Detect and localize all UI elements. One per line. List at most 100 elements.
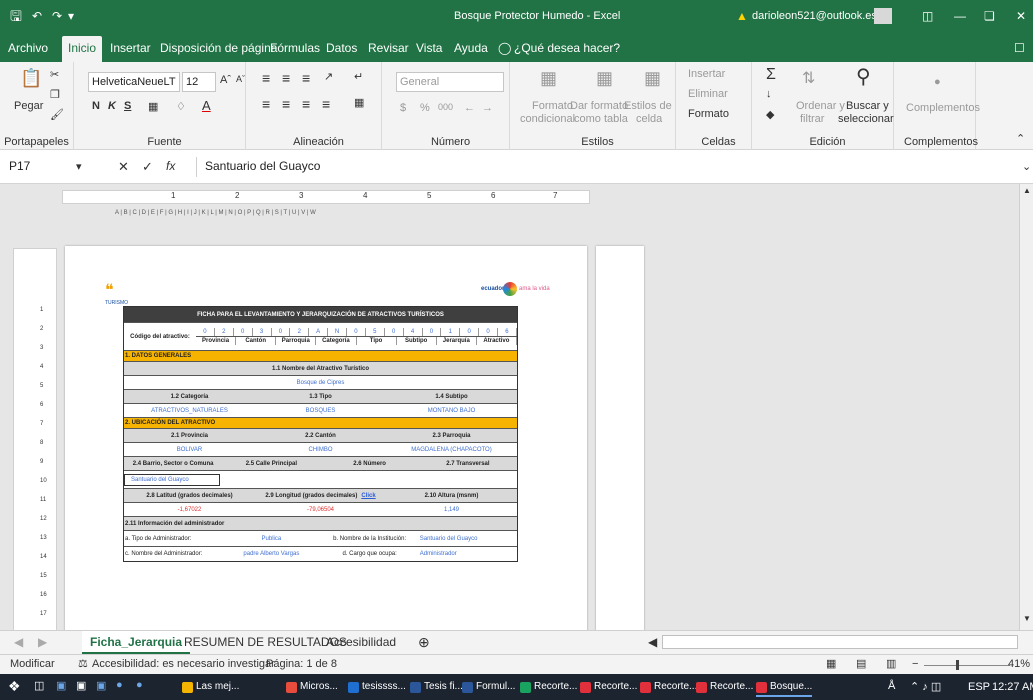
scroll-down-icon[interactable]: ▼ bbox=[1023, 614, 1031, 623]
user-account[interactable]: darioleon521@outlook.es bbox=[752, 0, 877, 32]
redo-icon[interactable]: ↷ bbox=[52, 0, 62, 32]
paste-icon[interactable]: 📋 bbox=[20, 68, 42, 89]
orientation-icon[interactable]: ↗ bbox=[324, 70, 333, 83]
page-break-icon[interactable]: ▥ bbox=[886, 657, 896, 670]
undo-icon[interactable]: ↶ bbox=[32, 0, 42, 32]
formula-input[interactable]: Santuario del Guayco bbox=[196, 157, 1016, 177]
align-bottom-icon[interactable]: ≡ bbox=[302, 70, 310, 86]
folder-icon[interactable]: ▣ bbox=[56, 679, 66, 692]
cut-icon[interactable]: ✂ bbox=[50, 68, 59, 81]
page-layout-view[interactable]: 1 2 3 4 5 6 7 A | B | C | D | E | F | G … bbox=[0, 184, 1033, 630]
bold-button[interactable]: N bbox=[92, 100, 100, 112]
save-icon[interactable]: 🖫 bbox=[10, 0, 22, 32]
taskbar-app[interactable]: Recorte... bbox=[640, 677, 697, 697]
collapse-ribbon-icon[interactable]: ⌃ bbox=[1016, 132, 1025, 145]
tab-formulas[interactable]: Fórmulas bbox=[264, 36, 326, 62]
taskbar-app[interactable]: Recorte... bbox=[520, 677, 577, 697]
task-view-icon[interactable]: ◫ bbox=[34, 679, 44, 692]
minimize-icon[interactable]: — bbox=[954, 0, 966, 32]
merge-center-icon[interactable]: ▦ bbox=[354, 96, 364, 109]
enter-icon[interactable]: ✓ bbox=[142, 159, 153, 175]
zoom-app-icon[interactable]: ● bbox=[116, 679, 123, 691]
addins-icon[interactable]: ● bbox=[934, 76, 941, 88]
zoom-slider[interactable] bbox=[924, 665, 1010, 666]
mail-icon[interactable]: ▣ bbox=[96, 679, 106, 692]
sheet-tab-ficha[interactable]: Ficha_Jerarquia bbox=[82, 631, 191, 654]
font-size-box[interactable]: 12 bbox=[182, 72, 216, 92]
clear-icon[interactable]: ◆ bbox=[766, 108, 774, 121]
close-icon[interactable]: ✕ bbox=[1016, 0, 1026, 32]
page-layout-icon[interactable]: ▤ bbox=[856, 657, 866, 670]
taskbar-app[interactable]: tesissss... bbox=[348, 677, 406, 697]
decrease-decimal-icon[interactable]: → bbox=[482, 102, 493, 114]
tab-inicio[interactable]: Inicio bbox=[62, 36, 103, 62]
insert-cells-button[interactable]: Insertar bbox=[688, 68, 725, 80]
shrink-font-icon[interactable]: Aˇ bbox=[236, 74, 245, 84]
add-sheet-icon[interactable]: ⊕ bbox=[410, 631, 438, 654]
scroll-up-icon[interactable]: ▲ bbox=[1023, 186, 1031, 195]
wrap-text-icon[interactable]: ↵ bbox=[354, 70, 363, 83]
taskbar-app[interactable]: Formul... bbox=[462, 677, 515, 697]
align-center-icon[interactable]: ≡ bbox=[282, 96, 290, 112]
autosum-icon[interactable]: Σ bbox=[766, 66, 776, 84]
ribbon-display-icon[interactable]: ◫ bbox=[922, 0, 933, 32]
next-sheet-icon[interactable]: ▶ bbox=[30, 631, 55, 654]
tray-icons[interactable]: ⌃ ♪ ◫ bbox=[910, 680, 941, 693]
percent-button[interactable]: % bbox=[420, 102, 430, 114]
tab-archivo[interactable]: Archivo bbox=[2, 36, 54, 62]
underline-button[interactable]: S bbox=[124, 100, 131, 112]
copy-icon[interactable]: ❐ bbox=[50, 88, 60, 101]
sort-filter-icon[interactable]: ⇅ bbox=[802, 68, 815, 88]
taskbar-app[interactable]: Tesis fi... bbox=[410, 677, 463, 697]
sheet-tab-accesibilidad[interactable]: Accesibilidad bbox=[318, 631, 404, 654]
addins-button[interactable]: Complementos bbox=[906, 102, 980, 114]
grow-font-icon[interactable]: Aˆ bbox=[220, 74, 231, 86]
coordinates-link[interactable]: Click bbox=[361, 493, 375, 499]
accessibility-icon[interactable]: ⚖ bbox=[78, 657, 88, 670]
vertical-scrollbar[interactable]: ▲ ▼ bbox=[1019, 184, 1033, 630]
sector-value[interactable]: Santuario del Guayco bbox=[124, 473, 220, 486]
format-cells-button[interactable]: Formato bbox=[688, 108, 729, 120]
next-page-preview[interactable] bbox=[596, 246, 644, 630]
conditional-format-icon[interactable]: ▦ bbox=[540, 68, 557, 89]
paste-button[interactable]: Pegar bbox=[14, 100, 43, 112]
increase-decimal-icon[interactable]: ← bbox=[464, 102, 475, 114]
document-page[interactable]: ❝ TURISMO ecuador ama la vida FICHA PARA… bbox=[65, 246, 587, 630]
language-indicator[interactable]: ESP bbox=[968, 681, 990, 693]
align-middle-icon[interactable]: ≡ bbox=[282, 70, 290, 86]
borders-icon[interactable]: ▦ bbox=[148, 100, 158, 113]
taskbar-app[interactable]: Micros... bbox=[286, 677, 338, 697]
font-name-box[interactable]: HelveticaNeueLT Pr bbox=[88, 72, 180, 92]
cancel-icon[interactable]: ✕ bbox=[118, 159, 129, 175]
insert-function-icon[interactable]: fx bbox=[166, 159, 175, 173]
app-icon[interactable]: ● bbox=[136, 679, 143, 691]
tab-insertar[interactable]: Insertar bbox=[104, 36, 157, 62]
italic-button[interactable]: K bbox=[108, 100, 116, 112]
zoom-level[interactable]: 41% bbox=[1008, 658, 1030, 670]
zoom-out-icon[interactable]: − bbox=[912, 658, 918, 670]
thousands-button[interactable]: 000 bbox=[438, 102, 453, 112]
cell-styles-icon[interactable]: ▦ bbox=[644, 68, 661, 89]
tab-datos[interactable]: Datos bbox=[320, 36, 363, 62]
prev-sheet-icon[interactable]: ◀ bbox=[6, 631, 31, 654]
indent-icon[interactable]: ≡ bbox=[322, 96, 330, 112]
tab-revisar[interactable]: Revisar bbox=[362, 36, 415, 62]
sort-filter-button[interactable]: Ordenar y bbox=[796, 100, 845, 112]
maximize-icon[interactable]: ❏ bbox=[984, 0, 995, 32]
start-icon[interactable]: ❖ bbox=[8, 678, 21, 695]
expand-formula-icon[interactable]: ⌄ bbox=[1022, 160, 1031, 173]
zoom-slider-thumb[interactable] bbox=[956, 660, 959, 670]
search-icon[interactable]: ⚲ bbox=[856, 64, 871, 89]
tab-vista[interactable]: Vista bbox=[410, 36, 448, 62]
normal-view-icon[interactable]: ▦ bbox=[826, 657, 836, 670]
align-top-icon[interactable]: ≡ bbox=[262, 70, 270, 86]
font-color-icon[interactable]: A bbox=[202, 98, 211, 113]
currency-icon[interactable]: $ bbox=[400, 102, 406, 114]
taskbar-app[interactable]: Recorte... bbox=[696, 677, 753, 697]
comments-icon[interactable]: ☐ bbox=[1008, 36, 1031, 62]
horizontal-scrollbar[interactable] bbox=[662, 635, 1018, 649]
tell-me-box[interactable]: ¿Qué desea hacer? bbox=[508, 36, 626, 62]
delete-cells-button[interactable]: Eliminar bbox=[688, 88, 728, 100]
avatar[interactable] bbox=[874, 8, 892, 24]
align-left-icon[interactable]: ≡ bbox=[262, 96, 270, 112]
